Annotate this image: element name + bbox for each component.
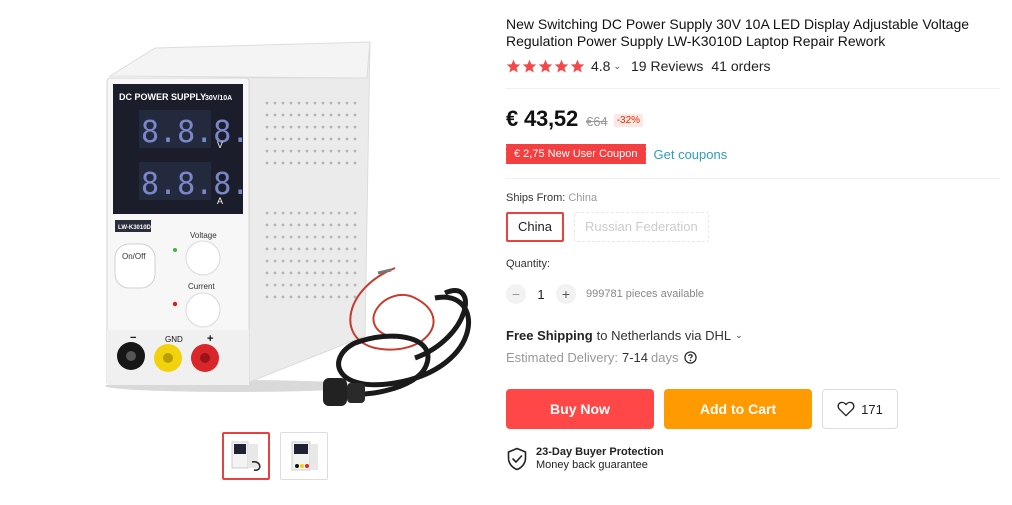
unit-a: A bbox=[217, 196, 223, 206]
delivery-label: Estimated Delivery: bbox=[506, 350, 618, 365]
pieces-available: 999781 pieces available bbox=[586, 288, 705, 300]
thumbnail-1-image bbox=[231, 441, 261, 471]
rating-stars bbox=[506, 59, 585, 74]
free-shipping-label: Free Shipping bbox=[506, 328, 593, 343]
ships-from-value: China bbox=[568, 192, 598, 204]
add-to-cart-button[interactable]: Add to Cart bbox=[664, 389, 812, 429]
shield-check-icon bbox=[507, 447, 527, 471]
panel-spec: 30V/10A bbox=[205, 95, 232, 102]
model-tag: LW-K3010D bbox=[118, 225, 152, 231]
get-coupons-link[interactable]: Get coupons bbox=[654, 147, 728, 162]
buy-now-button[interactable]: Buy Now bbox=[506, 389, 654, 429]
estimated-delivery: Estimated Delivery: 7-14 days bbox=[506, 350, 698, 365]
thumbnail-1[interactable] bbox=[222, 432, 270, 480]
shipping-info[interactable]: Free Shipping to Netherlands via DHL ⌄ bbox=[506, 328, 743, 343]
quantity-stepper: − 1 + 999781 pieces available bbox=[506, 284, 704, 304]
unit-v: V bbox=[217, 140, 223, 150]
heart-icon bbox=[837, 401, 855, 417]
help-circle-icon[interactable] bbox=[684, 351, 698, 364]
coupon-row: € 2,75 New User Coupon Get coupons bbox=[504, 144, 728, 164]
thumbnail-strip bbox=[222, 432, 328, 480]
reviews-link[interactable]: 19 Reviews bbox=[631, 58, 703, 74]
current-knob-label: Current bbox=[188, 282, 215, 291]
quantity-increase-button[interactable]: + bbox=[556, 284, 576, 304]
current-readout: 8.8.8. bbox=[141, 167, 249, 202]
star-icon bbox=[570, 59, 585, 72]
star-icon bbox=[554, 59, 569, 72]
voltage-knob-label: Voltage bbox=[190, 231, 217, 240]
action-buttons: Buy Now Add to Cart 171 bbox=[506, 389, 898, 429]
voltage-readout: 8.8.8. bbox=[141, 115, 249, 150]
star-icon bbox=[522, 59, 537, 72]
thumbnail-2[interactable] bbox=[280, 432, 328, 480]
product-main-image[interactable]: DC POWER SUPPLY 30V/10A 8.8.8. V 8.8.8. … bbox=[95, 38, 485, 418]
delivery-days: 7-14 bbox=[621, 350, 649, 365]
shipping-destination: to Netherlands via DHL bbox=[596, 328, 732, 343]
new-user-coupon[interactable]: € 2,75 New User Coupon bbox=[504, 144, 646, 164]
divider bbox=[506, 178, 1000, 179]
divider bbox=[506, 88, 1000, 89]
terminal-gnd-label: GND bbox=[165, 335, 183, 344]
original-price: €64 bbox=[586, 114, 608, 129]
price-row: € 43,52 €64 -32% bbox=[506, 106, 644, 132]
rating-row: 4.8 ⌄ 19 Reviews 41 orders bbox=[506, 58, 771, 74]
power-button-label: On/Off bbox=[122, 252, 146, 261]
thumbnail-2-image bbox=[291, 441, 318, 471]
ships-from-options: China Russian Federation bbox=[506, 212, 709, 242]
quantity-label: Quantity: bbox=[506, 258, 551, 270]
protection-title: 23-Day Buyer Protection bbox=[536, 446, 664, 458]
rating-value[interactable]: 4.8 bbox=[591, 58, 610, 74]
quantity-input[interactable]: 1 bbox=[526, 287, 556, 302]
buyer-protection: 23-Day Buyer Protection Money back guara… bbox=[506, 446, 664, 472]
current-price: € 43,52 bbox=[506, 106, 579, 131]
ship-option-china[interactable]: China bbox=[506, 212, 564, 242]
ships-from-title: Ships From: bbox=[506, 192, 566, 204]
delivery-unit: days bbox=[651, 350, 679, 365]
product-title: New Switching DC Power Supply 30V 10A LE… bbox=[506, 16, 970, 49]
orders-count: 41 orders bbox=[711, 58, 771, 74]
wishlist-count: 171 bbox=[861, 401, 883, 417]
protection-text: 23-Day Buyer Protection Money back guara… bbox=[536, 446, 664, 472]
star-icon bbox=[506, 59, 521, 72]
ship-option-russian-federation[interactable]: Russian Federation bbox=[573, 212, 709, 242]
chevron-down-icon[interactable]: ⌄ bbox=[735, 330, 743, 341]
terminal-plus-label: + bbox=[207, 333, 213, 345]
protection-subtitle: Money back guarantee bbox=[536, 459, 648, 471]
star-icon bbox=[538, 59, 553, 72]
quantity-decrease-button[interactable]: − bbox=[506, 284, 526, 304]
panel-label: DC POWER SUPPLY bbox=[119, 92, 206, 102]
chevron-down-icon[interactable]: ⌄ bbox=[613, 61, 621, 72]
ships-from-label: Ships From: China bbox=[506, 192, 597, 204]
discount-badge: -32% bbox=[613, 114, 644, 127]
wishlist-button[interactable]: 171 bbox=[822, 389, 898, 429]
product-gallery: DC POWER SUPPLY 30V/10A 8.8.8. V 8.8.8. … bbox=[0, 0, 500, 505]
